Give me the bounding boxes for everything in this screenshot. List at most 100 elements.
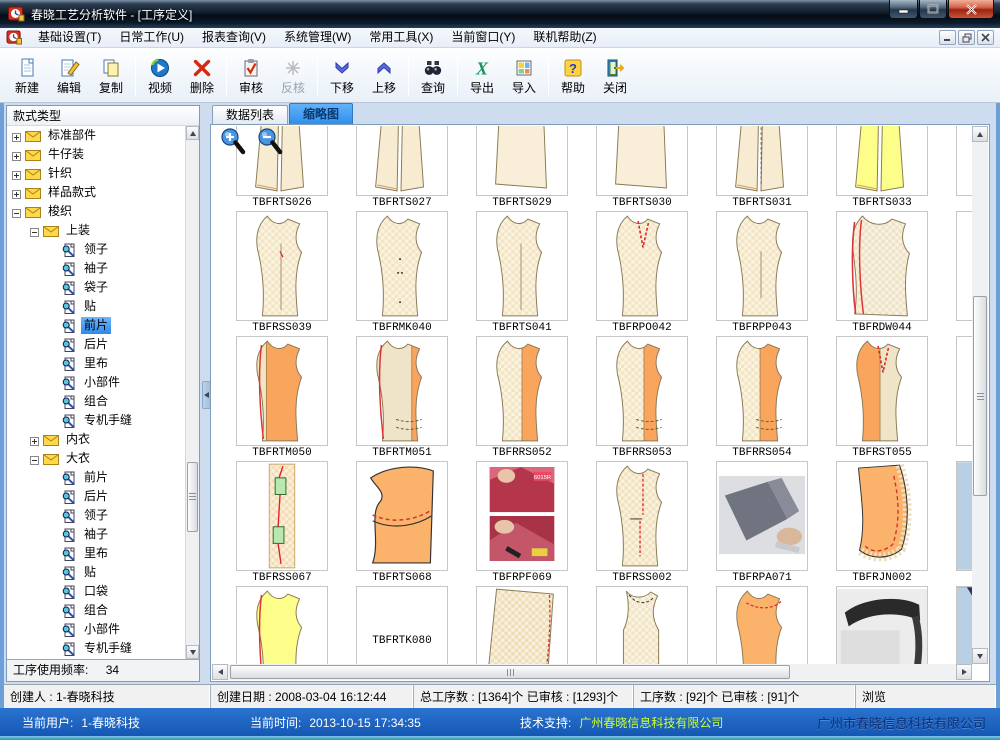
tree-item-小部件[interactable]: 小部件	[7, 373, 185, 392]
thumbnail-cell[interactable]	[716, 211, 808, 321]
tree-item-领子[interactable]: 领子	[7, 240, 185, 259]
tree-item-标准部件[interactable]: 标准部件	[7, 126, 185, 145]
thumbnail-cell[interactable]: 6015R	[476, 461, 568, 571]
thumbnail-cell[interactable]	[236, 586, 328, 664]
thumbnail-cell[interactable]	[476, 586, 568, 664]
thumbnail-cell[interactable]	[476, 211, 568, 321]
menu-item-6[interactable]: 当前窗口(Y)	[442, 30, 524, 44]
collapse-icon[interactable]	[12, 207, 21, 216]
thumbnail-cell[interactable]	[236, 336, 328, 446]
tree-item-领子[interactable]: 领子	[7, 506, 185, 525]
tab-data-list[interactable]: 数据列表	[212, 105, 288, 124]
expand-icon[interactable]	[12, 131, 21, 140]
tree-item-小部件[interactable]: 小部件	[7, 620, 185, 639]
minimize-button[interactable]	[889, 0, 918, 19]
expand-icon[interactable]	[12, 188, 21, 197]
thumbnail-cell[interactable]	[596, 211, 688, 321]
tree-item-后片[interactable]: 后片	[7, 487, 185, 506]
scroll-down-arrow[interactable]	[972, 648, 988, 664]
thumbnail-cell[interactable]	[236, 211, 328, 321]
maximize-button[interactable]	[919, 0, 947, 19]
tree-item-袋子[interactable]: 袋子	[7, 278, 185, 297]
thumbnail-cell[interactable]	[836, 586, 928, 664]
expand-icon[interactable]	[12, 169, 21, 178]
thumbnail-cell[interactable]	[356, 211, 448, 321]
zoom-in-icon[interactable]	[219, 127, 247, 160]
thumbnail-cell[interactable]	[476, 126, 568, 196]
tree-item-前片[interactable]: 前片	[7, 316, 185, 335]
scroll-up-arrow[interactable]	[186, 126, 199, 140]
thumbnail-cell[interactable]	[836, 211, 928, 321]
tree-item-针织[interactable]: 针织	[7, 164, 185, 183]
toolbar-button-video[interactable]: 视频	[139, 51, 181, 100]
collapse-icon[interactable]	[30, 454, 39, 463]
thumbnail-cell[interactable]	[836, 126, 928, 196]
collapse-icon[interactable]	[30, 226, 39, 235]
tree-item-袖子[interactable]: 袖子	[7, 259, 185, 278]
tree-item-组合[interactable]: 组合	[7, 392, 185, 411]
thumbnail-cell[interactable]	[716, 126, 808, 196]
toolbar-button-help[interactable]: ?帮助	[552, 51, 594, 100]
toolbar-button-copy[interactable]: 复制	[90, 51, 132, 100]
tree-item-贴[interactable]: 贴	[7, 563, 185, 582]
thumbnail-cell[interactable]	[476, 336, 568, 446]
menu-item-2[interactable]: 日常工作(U)	[110, 30, 193, 44]
thumbnail-cell[interactable]	[956, 336, 972, 446]
tree-item-口袋[interactable]: 口袋	[7, 582, 185, 601]
tree-item-前片[interactable]: 前片	[7, 468, 185, 487]
tab-thumbnail[interactable]: 缩略图	[289, 103, 353, 124]
toolbar-button-exit-door[interactable]: 关闭	[594, 51, 636, 100]
thumbnail-cell[interactable]	[356, 461, 448, 571]
thumbnail-cell[interactable]	[596, 336, 688, 446]
tree-item-牛仔装[interactable]: 牛仔装	[7, 145, 185, 164]
tree-item-样品款式[interactable]: 样品款式	[7, 183, 185, 202]
zoom-out-icon[interactable]	[256, 127, 284, 160]
mdi-restore-button[interactable]	[958, 30, 975, 45]
thumbnail-cell[interactable]	[596, 461, 688, 571]
menu-item-1[interactable]: 基础设置(T)	[29, 30, 110, 44]
toolbar-button-search-binoculars[interactable]: 查询	[412, 51, 454, 100]
thumbnail-cell[interactable]	[716, 586, 808, 664]
thumbnail-cell[interactable]	[956, 461, 972, 571]
horizontal-scrollbar[interactable]	[212, 664, 972, 680]
thumbnail-cell[interactable]	[236, 461, 328, 571]
tree-item-大衣[interactable]: 大衣	[7, 449, 185, 468]
tree-item-贴[interactable]: 贴	[7, 297, 185, 316]
scroll-down-arrow[interactable]	[186, 645, 199, 659]
mdi-minimize-button[interactable]	[939, 30, 956, 45]
tree-item-专机手缝[interactable]: 专机手缝	[7, 639, 185, 658]
menu-item-7[interactable]: 联机帮助(Z)	[524, 30, 605, 44]
tree-item-梭织[interactable]: 梭织	[7, 202, 185, 221]
toolbar-button-export-excel[interactable]: X导出	[461, 51, 503, 100]
thumbnail-cell-text[interactable]: TBFRTK080	[356, 586, 448, 664]
scroll-left-arrow[interactable]	[212, 664, 228, 680]
toolbar-button-audit-check[interactable]: 审核	[230, 51, 272, 100]
thumbnail-cell[interactable]	[596, 586, 688, 664]
tree-item-组合[interactable]: 组合	[7, 601, 185, 620]
thumbnail-cell[interactable]	[956, 126, 972, 196]
thumbnail-cell[interactable]	[956, 211, 972, 321]
thumbnail-cell[interactable]	[716, 336, 808, 446]
scrollbar-thumb[interactable]	[973, 296, 987, 496]
mdi-close-button[interactable]	[977, 30, 994, 45]
tree-item-里布[interactable]: 里布	[7, 544, 185, 563]
toolbar-button-delete[interactable]: 删除	[181, 51, 223, 100]
thumbnail-cell[interactable]	[356, 126, 448, 196]
expand-icon[interactable]	[12, 150, 21, 159]
tree-item-内衣[interactable]: 内衣	[7, 430, 185, 449]
scrollbar-thumb[interactable]	[230, 665, 790, 679]
tree-item-上装[interactable]: 上装	[7, 221, 185, 240]
toolbar-button-import[interactable]: 导入	[503, 51, 545, 100]
thumbnail-cell[interactable]	[836, 336, 928, 446]
menu-item-5[interactable]: 常用工具(X)	[360, 30, 442, 44]
toolbar-button-new-doc[interactable]: 新建	[6, 51, 48, 100]
scroll-up-arrow[interactable]	[972, 126, 988, 142]
tree-item-里布[interactable]: 里布	[7, 354, 185, 373]
toolbar-button-edit[interactable]: 编辑	[48, 51, 90, 100]
tree-item-袖子[interactable]: 袖子	[7, 525, 185, 544]
thumbnail-cell[interactable]	[356, 336, 448, 446]
menu-item-4[interactable]: 系统管理(W)	[275, 30, 360, 44]
menu-item-3[interactable]: 报表查询(V)	[193, 30, 275, 44]
tree-scrollbar[interactable]	[185, 126, 199, 659]
scroll-right-arrow[interactable]	[956, 664, 972, 680]
